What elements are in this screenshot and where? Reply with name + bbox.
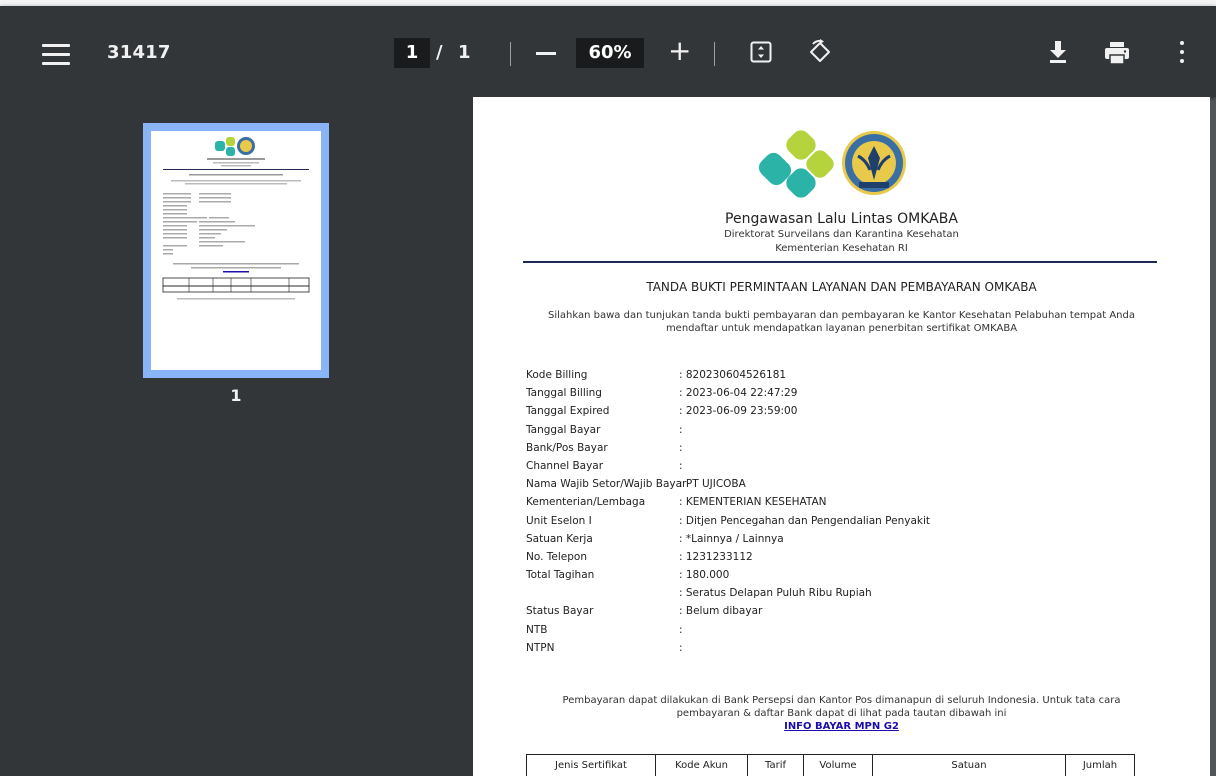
field-row: Tanggal Billing : 2023-06-04 22:47:29 [526,387,930,405]
current-page-input[interactable]: 1 [394,38,430,68]
kemenkes-logo [758,130,906,198]
table-header-cell: Jenis Sertifikat [526,754,656,776]
total-pages: 1 [458,42,471,63]
field-value: : [679,623,683,636]
field-label: Kementerian/Lembaga [526,496,646,509]
header-ministry: Kementerian Kesehatan RI [775,243,908,254]
footnote-text: Pembayaran dapat dilakukan di Bank Perse… [562,695,1121,719]
field-value: : [679,459,683,472]
field-row: Satuan Kerja : *Lainnya / Lainnya [526,533,930,551]
certificate-table: Jenis Sertifikat Kode Akun Tarif Volume … [526,754,1135,776]
field-value: : Belum dibayar [679,605,763,618]
field-row: Unit Eselon I : Ditjen Pencegahan dan Pen… [526,515,930,533]
field-value: : 2023-06-04 22:47:29 [679,387,798,400]
field-value: : Seratus Delapan Puluh Ribu Rupiah [679,587,872,600]
table-header-cell: Kode Akun [655,754,748,776]
table-header-cell: Volume [803,754,873,776]
field-label: Tanggal Billing [526,387,602,400]
billing-fields: Kode Billing : 820230604526181 Tanggal Bi… [526,369,930,660]
field-value: : [679,641,683,654]
toolbar-divider [510,42,511,66]
header-divider [523,261,1157,263]
field-label: Bank/Pos Bayar [526,441,608,454]
field-value: : 2023-06-09 23:59:00 [679,405,798,418]
field-value: : Ditjen Pencegahan dan Pengendalian Pen… [679,514,930,527]
field-row: Kode Billing : 820230604526181 [526,369,930,387]
thumbnail-page-number: 1 [230,386,242,405]
field-label: Total Tagihan [526,569,595,582]
table-header-cell: Satuan [872,754,1066,776]
field-value: : *Lainnya / Lainnya [679,532,784,545]
rotate-icon[interactable] [807,39,833,65]
field-label: Tanggal Expired [526,405,610,418]
field-row: Channel Bayar: [526,460,930,478]
print-icon[interactable] [1104,41,1130,65]
field-row: Kementerian/Lembaga : KEMENTERIAN KESEHAT… [526,496,930,514]
field-label: Unit Eselon I [526,514,592,527]
page-separator: / [436,42,443,63]
table-header-cell: Jumlah [1065,754,1135,776]
field-label: Nama Wajib Setor/Wajib Bayar [526,478,687,491]
table-header-row: Jenis Sertifikat Kode Akun Tarif Volume … [526,754,1135,776]
field-value: : [679,441,683,454]
payment-footnote: Pembayaran dapat dilakukan di Bank Perse… [558,694,1125,733]
header-directorate: Direktorat Surveilans dan Karantina Kese… [724,229,959,240]
page-thumbnail[interactable] [151,131,321,370]
field-row: No. Telepon : 1231233112 [526,551,930,569]
field-row: Nama Wajib Setor/Wajib Bayar: PT UJICOBA [526,478,930,496]
field-row: NTPN: [526,642,930,660]
field-row: : Seratus Delapan Puluh Ribu Rupiah [526,587,930,605]
field-value: : KEMENTERIAN KESEHATAN [679,496,827,509]
intro-text: Silahkan bawa dan tunjukan tanda bukti p… [548,310,1135,334]
header-title: Pengawasan Lalu Lintas OMKABA [725,211,958,227]
table-header-cell: Tarif [747,754,804,776]
field-label: NTB [526,623,548,636]
field-row: Status Bayar : Belum dibayar [526,605,930,623]
field-label: NTPN [526,641,555,654]
more-options-icon[interactable] [1179,41,1185,65]
field-row: Tanggal Bayar: [526,424,930,442]
zoom-in-icon[interactable]: + [668,36,691,66]
pdf-page: Pengawasan Lalu Lintas OMKABA Direktorat… [473,97,1210,776]
field-value: : PT UJICOBA [679,478,746,491]
field-label: Kode Billing [526,369,588,381]
field-label: Tanggal Bayar [526,423,601,436]
zoom-out-icon[interactable] [536,52,556,55]
field-value: : 820230604526181 [679,369,787,381]
toolbar-divider [714,42,715,66]
field-label: No. Telepon [526,550,587,563]
field-row: Bank/Pos Bayar: [526,442,930,460]
field-value: : 1231233112 [679,550,753,563]
field-row: NTB: [526,624,930,642]
field-label: Satuan Kerja [526,532,593,545]
field-row: Total Tagihan : 180.000 [526,569,930,587]
document-heading: TANDA BUKTI PERMINTAAN LAYANAN DAN PEMBA… [646,280,1037,294]
header-logos [758,130,923,202]
zoom-level-input[interactable]: 60% [576,38,644,68]
menu-icon[interactable] [42,44,70,66]
field-value: : 180.000 [679,569,730,582]
field-label: Channel Bayar [526,459,604,472]
info-bayar-link[interactable]: INFO BAYAR MPN G2 [784,721,899,732]
field-label: Status Bayar [526,605,594,618]
document-title: 31417 [107,42,171,63]
download-icon[interactable] [1047,40,1069,64]
field-value: : [679,423,683,436]
fit-page-icon[interactable] [750,41,772,63]
pdf-toolbar: 31417 1 / 1 60% + [0,6,1216,97]
field-row: Tanggal Expired : 2023-06-09 23:59:00 [526,405,930,423]
